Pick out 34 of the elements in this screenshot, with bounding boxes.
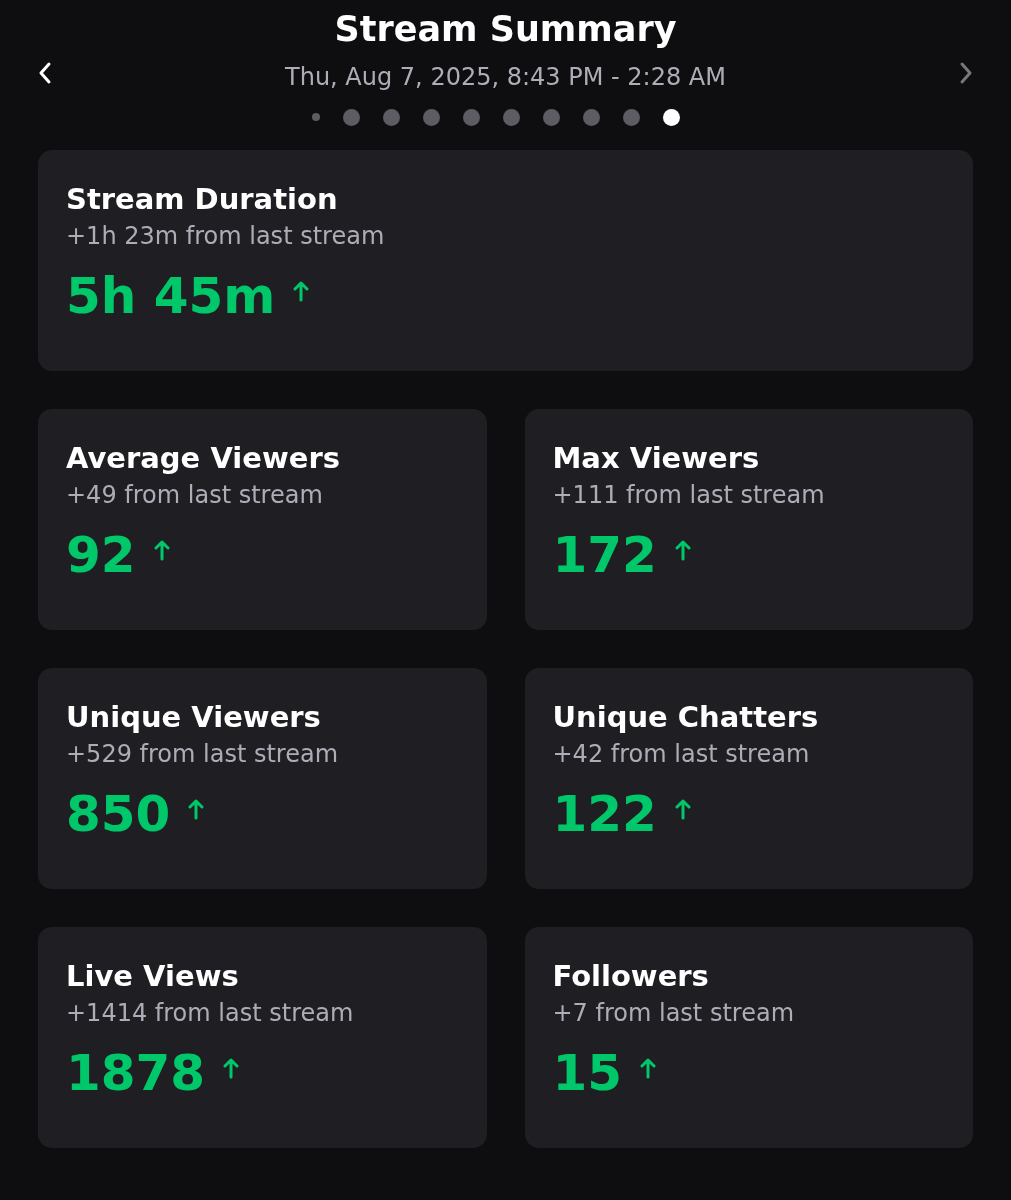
change-text: +1414 from last stream xyxy=(66,998,355,1029)
stat-value: 850 xyxy=(66,784,171,845)
stat-value: 15 xyxy=(552,1043,623,1104)
page-dot[interactable] xyxy=(662,108,680,126)
change-text: +49 from last stream xyxy=(66,480,324,511)
card-title: Followers xyxy=(552,958,710,995)
page-dot[interactable] xyxy=(462,108,480,126)
screen-title: Stream Summary xyxy=(334,8,677,51)
stat-value: 5h 45m xyxy=(66,266,276,327)
stat-value: 172 xyxy=(552,525,657,586)
change-text: +111 from last stream xyxy=(552,480,826,511)
card-title: Unique Chatters xyxy=(552,699,820,736)
card-title: Stream Duration xyxy=(66,181,339,218)
page-dot[interactable] xyxy=(382,108,400,126)
page-dot[interactable] xyxy=(542,108,560,126)
stat-value: 122 xyxy=(552,784,657,845)
change-text: +42 from last stream xyxy=(552,739,811,770)
card-title: Max Viewers xyxy=(552,440,761,477)
change-text: +7 from last stream xyxy=(552,998,795,1029)
page-dot[interactable] xyxy=(582,108,600,126)
date-range: Thu, Aug 7, 2025, 8:43 PM - 2:28 AM xyxy=(285,62,726,93)
card-title: Unique Viewers xyxy=(66,699,322,736)
page-dot[interactable] xyxy=(502,108,520,126)
page-dot[interactable] xyxy=(311,113,320,121)
stat-value: 92 xyxy=(66,525,136,586)
card-title: Average Viewers xyxy=(66,440,341,477)
page-dot[interactable] xyxy=(342,108,360,126)
back-chevron-icon[interactable] xyxy=(38,61,52,85)
card-title: Live Views xyxy=(66,958,240,995)
stat-value: 1878 xyxy=(66,1043,206,1104)
change-text: +1h 23m from last stream xyxy=(66,221,386,252)
page-dot[interactable] xyxy=(422,108,440,126)
change-text: +529 from last stream xyxy=(66,739,340,770)
page-dot[interactable] xyxy=(622,108,640,126)
